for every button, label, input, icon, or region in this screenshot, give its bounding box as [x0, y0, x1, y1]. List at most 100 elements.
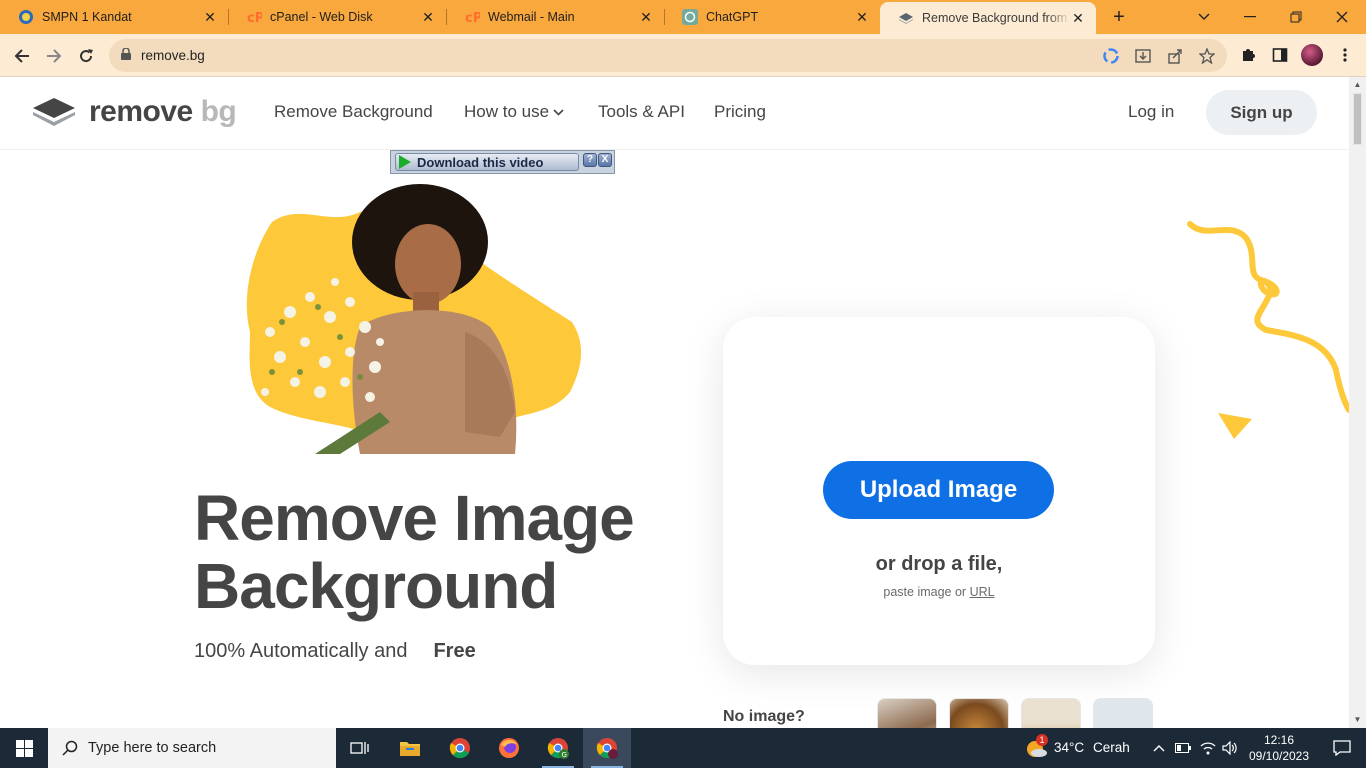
scrollbar-thumb[interactable]	[1353, 93, 1362, 145]
signup-button[interactable]: Sign up	[1206, 90, 1317, 135]
tab-title: Remove Background from Im	[922, 11, 1070, 25]
sample-image-balloon[interactable]	[1021, 698, 1081, 728]
removebg-logo-icon	[33, 98, 75, 126]
address-bar[interactable]: remove.bg	[109, 39, 1227, 72]
google-icon[interactable]	[1102, 47, 1120, 65]
clock-date: 09/10/2023	[1248, 749, 1310, 763]
notification-icon[interactable]	[1318, 728, 1366, 768]
free-highlight: Free	[419, 638, 489, 665]
restore-icon[interactable]	[1273, 0, 1319, 34]
windows-taskbar: Type here to search G 1 34°C Cerah 12:16…	[0, 728, 1366, 768]
weather-badge: 1	[1036, 734, 1048, 746]
close-icon[interactable]: X	[598, 153, 612, 167]
school-favicon-icon	[18, 9, 34, 25]
clock-time: 12:16	[1263, 733, 1295, 747]
nav-tools-api[interactable]: Tools & API	[598, 102, 685, 122]
reload-icon[interactable]	[72, 42, 100, 70]
scroll-up-icon[interactable]: ▲	[1353, 80, 1362, 90]
chrome-icon[interactable]	[436, 728, 484, 768]
minimize-icon[interactable]	[1227, 0, 1273, 34]
sample-image-lion[interactable]	[949, 698, 1009, 728]
cpanel-favicon-icon: cP	[464, 9, 480, 25]
install-app-icon[interactable]	[1134, 47, 1152, 65]
weather-icon[interactable]: 1	[1024, 734, 1048, 764]
bookmark-star-icon[interactable]	[1198, 47, 1216, 65]
menu-kebab-icon[interactable]	[1335, 45, 1355, 65]
close-window-icon[interactable]	[1319, 0, 1365, 34]
decorative-squiggle-icon	[1187, 221, 1349, 413]
tab-removebg[interactable]: Remove Background from Im ✕	[880, 2, 1096, 34]
nav-pricing[interactable]: Pricing	[714, 102, 766, 122]
tab-close-icon[interactable]: ✕	[854, 9, 870, 25]
new-tab-button[interactable]: +	[1107, 6, 1131, 28]
windows-start-icon[interactable]	[0, 728, 48, 768]
taskbar-search-box[interactable]: Type here to search	[48, 728, 336, 768]
chatgpt-favicon-icon	[682, 9, 698, 25]
page-scrollbar[interactable]: ▲ ▼	[1349, 77, 1366, 728]
extensions-puzzle-icon[interactable]	[1238, 45, 1258, 65]
forward-arrow-icon[interactable]	[40, 42, 68, 70]
download-video-button[interactable]: Download this video	[395, 153, 579, 171]
help-icon[interactable]: ?	[583, 153, 597, 167]
profile-avatar[interactable]	[1301, 44, 1323, 66]
search-placeholder: Type here to search	[88, 740, 217, 756]
tab-title: ChatGPT	[706, 10, 759, 24]
hero-subtitle: 100% Automatically and Free	[194, 638, 490, 665]
battery-icon[interactable]	[1172, 728, 1194, 768]
svg-text:G: G	[562, 751, 567, 759]
scroll-down-icon[interactable]: ▼	[1353, 715, 1362, 725]
chevron-down-icon	[553, 108, 564, 116]
no-image-label: No image?	[723, 708, 805, 725]
tab-title: Webmail - Main	[488, 10, 575, 24]
svg-text:cP: cP	[247, 11, 262, 25]
video-download-bar: Download this video ? X	[390, 150, 615, 174]
browser-tabstrip: SMPN 1 Kandat ✕ cP cPanel - Web Disk ✕ c…	[0, 0, 1366, 34]
back-arrow-icon[interactable]	[8, 42, 36, 70]
task-view-icon[interactable]	[336, 728, 384, 768]
download-video-label: Download this video	[417, 154, 544, 170]
tab-close-icon[interactable]: ✕	[638, 9, 654, 25]
wifi-icon[interactable]	[1197, 728, 1219, 768]
weather-temp: 34°C	[1054, 740, 1085, 755]
tab-webmail[interactable]: cP Webmail - Main ✕	[446, 0, 665, 34]
nav-how-to-use-label: How to use	[464, 102, 550, 121]
paste-hint: paste image or URL	[883, 585, 995, 599]
tab-close-icon[interactable]: ✕	[420, 9, 436, 25]
tray-chevron-up-icon[interactable]	[1149, 728, 1169, 768]
file-explorer-icon[interactable]	[386, 728, 434, 768]
tab-chatgpt[interactable]: ChatGPT ✕	[664, 0, 880, 34]
upload-card: Upload Image or drop a file, paste image…	[723, 317, 1155, 665]
decorative-triangle-icon	[1218, 413, 1252, 439]
sample-image-car[interactable]	[1093, 698, 1153, 728]
drop-file-text: or drop a file,	[875, 553, 1003, 575]
chrome-profile-active-icon[interactable]	[583, 728, 631, 768]
nav-remove-background[interactable]: Remove Background	[274, 102, 433, 122]
lock-icon[interactable]	[121, 46, 131, 65]
tab-smpn[interactable]: SMPN 1 Kandat ✕	[0, 0, 229, 34]
nav-how-to-use[interactable]: How to use	[464, 102, 564, 122]
sample-image-person[interactable]	[877, 698, 937, 728]
share-icon[interactable]	[1166, 47, 1184, 65]
removebg-favicon-icon	[898, 10, 914, 26]
page-viewport: remove bg Remove Background How to use T…	[0, 77, 1349, 728]
upload-image-button[interactable]: Upload Image	[823, 461, 1054, 519]
hero-title: Remove Image Background	[194, 482, 635, 622]
login-link[interactable]: Log in	[1128, 102, 1174, 122]
logo-wordmark: remove bg	[89, 95, 237, 128]
tab-close-icon[interactable]: ✕	[1070, 10, 1086, 26]
svg-text:cP: cP	[465, 11, 480, 25]
system-clock[interactable]: 12:16 09/10/2023	[1244, 732, 1314, 764]
url-text: remove.bg	[141, 48, 205, 63]
url-link[interactable]: URL	[970, 585, 995, 599]
side-panel-icon[interactable]	[1270, 45, 1290, 65]
tab-search-chevron-icon[interactable]	[1181, 0, 1227, 34]
chrome-profile-g-icon[interactable]: G	[534, 728, 582, 768]
tab-close-icon[interactable]: ✕	[202, 9, 218, 25]
play-icon	[399, 155, 411, 169]
tab-title: cPanel - Web Disk	[270, 10, 373, 24]
firefox-icon[interactable]	[485, 728, 533, 768]
site-logo[interactable]: remove bg	[31, 95, 237, 129]
volume-icon[interactable]	[1219, 728, 1241, 768]
search-icon	[62, 740, 78, 756]
tab-cpanel-webdisk[interactable]: cP cPanel - Web Disk ✕	[228, 0, 447, 34]
